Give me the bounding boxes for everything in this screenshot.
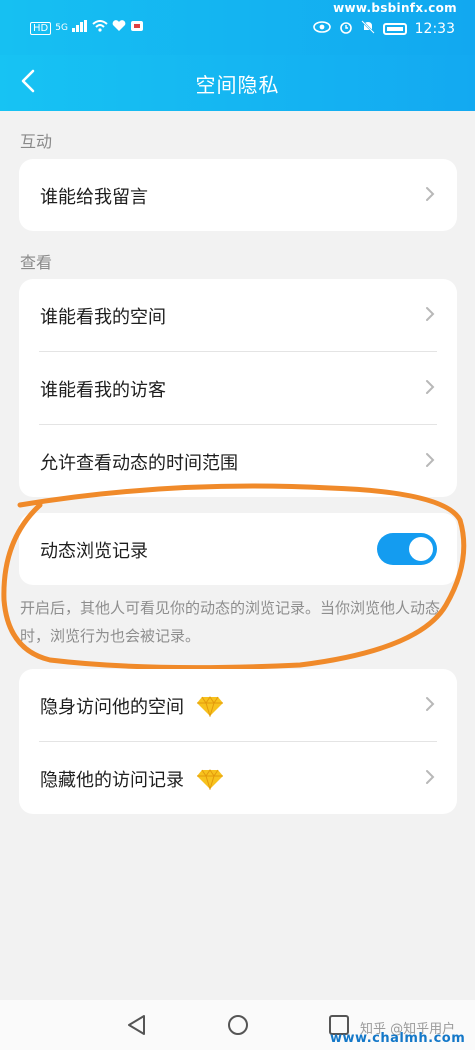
notification-icon — [130, 20, 144, 36]
signal-icon — [71, 20, 88, 36]
heart-icon — [112, 20, 126, 36]
eye-icon — [312, 21, 331, 37]
row-label: 隐藏他的访问记录 — [40, 770, 184, 791]
row-label: 谁能给我留言 — [40, 187, 148, 208]
chevron-right-icon — [421, 185, 439, 203]
row-browse-record: 动态浏览记录 — [19, 513, 457, 585]
status-bar: www.bsbinfx.com HD 5G 12:33 — [0, 0, 475, 55]
status-left: HD 5G — [30, 20, 144, 36]
row-label-wrap: 隐身访问他的空间 — [40, 693, 224, 722]
section-label-view: 查看 — [20, 253, 53, 272]
wifi-icon — [92, 20, 108, 36]
system-nav-bar: 知乎 @知乎用户 www.chalmh.com — [0, 1000, 475, 1050]
chevron-right-icon — [421, 378, 439, 396]
watermark-site: www.chalmh.com — [330, 1031, 466, 1046]
title-bar: 空间隐私 — [0, 55, 475, 111]
chevron-right-icon — [421, 451, 439, 469]
browse-record-card: 动态浏览记录 — [19, 513, 457, 585]
hd-indicator: HD — [30, 21, 52, 35]
row-label: 动态浏览记录 — [40, 541, 148, 562]
watermark-top: www.bsbinfx.com — [333, 1, 457, 15]
view-card: 谁能看我的空间 谁能看我的访客 允许查看动态的时间范围 — [19, 279, 457, 497]
mute-icon — [360, 20, 375, 38]
diamond-icon — [196, 768, 224, 795]
nav-home-icon[interactable] — [225, 1012, 251, 1038]
status-time: 12:33 — [414, 21, 455, 37]
alarm-icon — [339, 20, 353, 38]
section-label-interaction: 互动 — [20, 132, 53, 151]
row-who-can-see-visitors[interactable]: 谁能看我的访客 — [19, 352, 457, 424]
status-right: 12:33 — [312, 20, 455, 38]
page-title: 空间隐私 — [195, 73, 280, 97]
network-indicator: 5G — [55, 23, 68, 33]
chevron-right-icon — [421, 768, 439, 786]
row-feed-time-range[interactable]: 允许查看动态的时间范围 — [19, 425, 457, 497]
row-label: 谁能看我的空间 — [40, 307, 166, 328]
row-stealth-visit[interactable]: 隐身访问他的空间 — [19, 669, 457, 741]
row-label: 隐身访问他的空间 — [40, 697, 184, 718]
nav-back-icon[interactable] — [124, 1012, 150, 1038]
interaction-card: 谁能给我留言 — [19, 159, 457, 231]
row-hide-visit-record[interactable]: 隐藏他的访问记录 — [19, 742, 457, 814]
browse-record-description: 开启后，其他人可看见你的动态的浏览记录。当你浏览他人动态时，浏览行为也会被记录。 — [20, 599, 441, 645]
battery-icon — [382, 23, 407, 35]
browse-record-toggle[interactable] — [377, 533, 437, 565]
row-label: 允许查看动态的时间范围 — [40, 453, 238, 474]
chevron-right-icon — [421, 305, 439, 323]
toggle-knob — [409, 537, 433, 561]
row-label-wrap: 隐藏他的访问记录 — [40, 766, 224, 795]
row-who-can-comment[interactable]: 谁能给我留言 — [19, 159, 457, 231]
chevron-right-icon — [421, 695, 439, 713]
row-label: 谁能看我的访客 — [40, 380, 166, 401]
vip-card: 隐身访问他的空间 隐藏他的访问记录 — [19, 669, 457, 814]
diamond-icon — [196, 695, 224, 722]
row-who-can-see-space[interactable]: 谁能看我的空间 — [19, 279, 457, 351]
